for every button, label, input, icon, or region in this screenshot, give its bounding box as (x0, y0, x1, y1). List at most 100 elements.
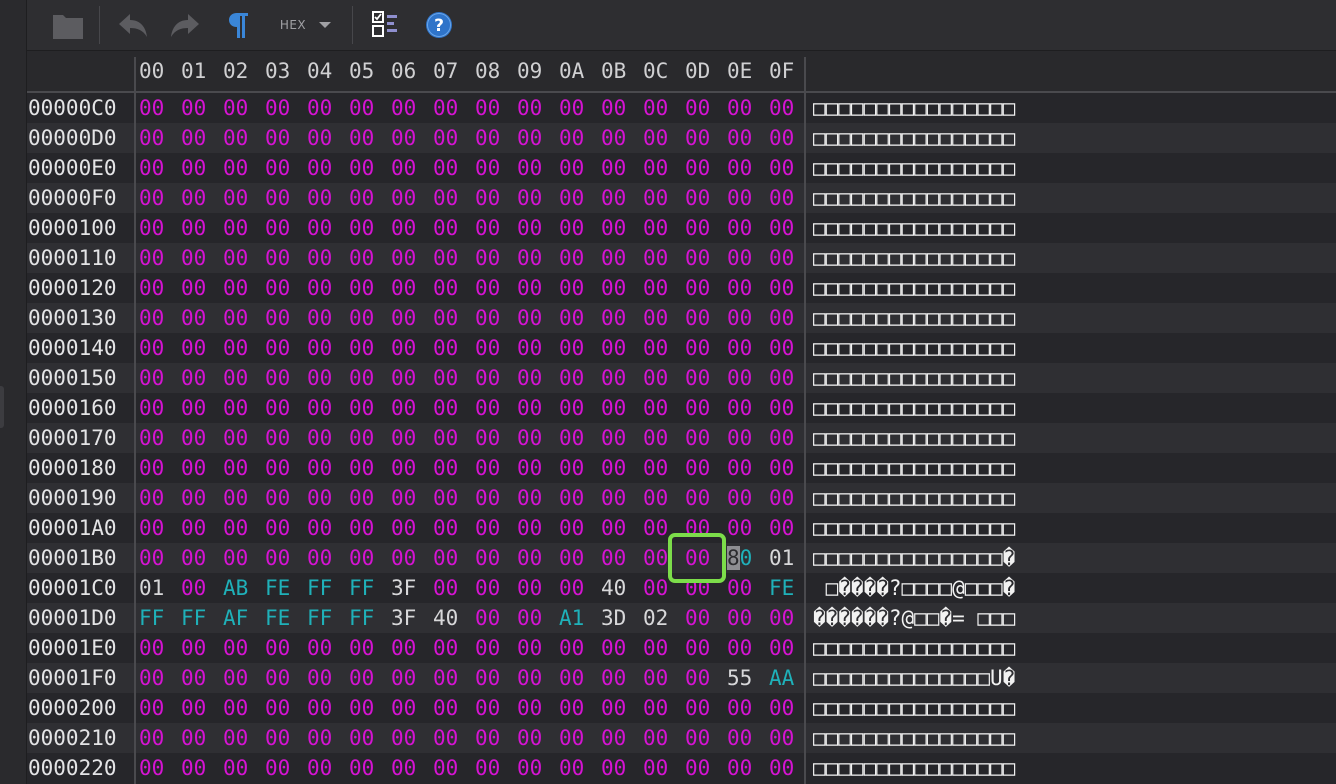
hex-byte-cell[interactable]: 00 (601, 245, 626, 271)
hex-byte-cell[interactable]: 00 (433, 725, 458, 751)
hex-byte-cell[interactable]: 00 (727, 275, 752, 301)
hex-byte-cell[interactable]: 00 (643, 425, 668, 451)
folder-icon[interactable] (47, 6, 89, 44)
hex-byte-cell[interactable]: 00 (727, 695, 752, 721)
hex-byte-cell[interactable]: 00 (391, 665, 416, 691)
hex-byte-cell[interactable]: 00 (265, 215, 290, 241)
hex-byte-cell[interactable]: 00 (265, 125, 290, 151)
hex-byte-cell[interactable]: 00 (265, 305, 290, 331)
hex-byte-cell[interactable]: 00 (391, 155, 416, 181)
hex-byte-cell[interactable]: 00 (139, 185, 164, 211)
hex-byte-cell[interactable]: 00 (307, 515, 332, 541)
hex-byte-cell[interactable]: 00 (139, 755, 164, 781)
hex-byte-cell[interactable]: 00 (601, 725, 626, 751)
hex-byte-cell[interactable]: 00 (769, 365, 794, 391)
hex-byte-cell[interactable]: 00 (139, 125, 164, 151)
hex-byte-cell[interactable]: 00 (139, 635, 164, 661)
hex-byte-cell[interactable]: 00 (391, 515, 416, 541)
hex-byte-cell[interactable]: 00 (559, 125, 584, 151)
hex-byte-cell[interactable]: 00 (433, 425, 458, 451)
hex-byte-cell[interactable]: 00 (139, 515, 164, 541)
hex-byte-cell[interactable]: 00 (517, 95, 542, 121)
ascii-column-text[interactable]: □□□□□□□□□□□□□□□□ (813, 515, 1015, 541)
hex-byte-cell[interactable]: 00 (727, 395, 752, 421)
hex-byte-cell[interactable]: FE (265, 605, 290, 631)
hex-byte-cell[interactable]: 00 (685, 305, 710, 331)
hex-byte-cell[interactable]: 00 (769, 425, 794, 451)
hex-byte-cell[interactable]: 00 (727, 245, 752, 271)
hex-byte-cell[interactable]: 00 (685, 95, 710, 121)
hex-byte-cell[interactable]: 00 (223, 515, 248, 541)
ascii-column-text[interactable]: □□□□□□□□□□□□□□□□ (813, 365, 1015, 391)
hex-byte-cell[interactable]: FF (307, 605, 332, 631)
hex-byte-cell[interactable]: 00 (391, 485, 416, 511)
hex-byte-cell[interactable]: 00 (769, 185, 794, 211)
hex-byte-cell[interactable]: 00 (391, 215, 416, 241)
hex-byte-cell[interactable]: 00 (265, 695, 290, 721)
hex-byte-cell[interactable]: 00 (181, 335, 206, 361)
hex-byte-cell[interactable]: 00 (559, 515, 584, 541)
ascii-column-text[interactable]: □□□□□□□□□□□□□□□□ (813, 245, 1015, 271)
hex-byte-cell[interactable]: 00 (685, 425, 710, 451)
redo-icon[interactable] (163, 6, 207, 44)
hex-byte-cell[interactable]: 00 (433, 455, 458, 481)
hex-byte-cell[interactable]: 00 (685, 335, 710, 361)
hex-byte-cell[interactable]: 00 (223, 455, 248, 481)
hex-byte-cell[interactable]: 00 (223, 185, 248, 211)
hex-byte-cell[interactable]: 00 (139, 545, 164, 571)
hex-byte-cell[interactable]: 00 (475, 185, 500, 211)
ascii-column-text[interactable]: □����?□□□□@□□□� (813, 575, 1016, 601)
hex-byte-cell[interactable]: 00 (349, 635, 374, 661)
hex-byte-cell[interactable]: 00 (307, 395, 332, 421)
hex-byte-cell[interactable]: 00 (727, 335, 752, 361)
hex-byte-cell[interactable]: 00 (601, 185, 626, 211)
hex-byte-cell[interactable]: 00 (517, 485, 542, 511)
hex-byte-cell[interactable]: 00 (307, 755, 332, 781)
hex-byte-cell[interactable]: 00 (643, 665, 668, 691)
hex-byte-cell[interactable]: 00 (643, 545, 668, 571)
hex-byte-cell[interactable]: 80 (727, 545, 752, 571)
hex-byte-cell[interactable]: 00 (685, 215, 710, 241)
ascii-column-text[interactable]: □□□□□□□□□□□□□□□□ (813, 635, 1015, 661)
hex-byte-cell[interactable]: 00 (769, 605, 794, 631)
hex-byte-cell[interactable]: 00 (181, 665, 206, 691)
hex-byte-cell[interactable]: 00 (181, 365, 206, 391)
hex-byte-cell[interactable]: 00 (223, 365, 248, 391)
hex-byte-cell[interactable]: 00 (349, 455, 374, 481)
hex-byte-cell[interactable]: 00 (601, 485, 626, 511)
help-icon[interactable]: ? (419, 6, 459, 44)
hex-byte-cell[interactable]: 00 (307, 245, 332, 271)
hex-byte-cell[interactable]: 00 (685, 755, 710, 781)
hex-byte-cell[interactable]: 00 (223, 545, 248, 571)
hex-byte-cell[interactable]: 00 (139, 155, 164, 181)
hex-byte-cell[interactable]: 3F (391, 575, 416, 601)
hex-byte-cell[interactable]: 00 (433, 635, 458, 661)
hex-byte-cell[interactable]: 00 (349, 515, 374, 541)
hex-byte-cell[interactable]: 00 (559, 575, 584, 601)
hex-byte-cell[interactable]: 00 (265, 335, 290, 361)
hex-byte-cell[interactable]: 01 (769, 545, 794, 571)
hex-byte-cell[interactable]: 00 (433, 245, 458, 271)
hex-byte-cell[interactable]: 00 (391, 395, 416, 421)
hex-byte-cell[interactable]: 00 (391, 635, 416, 661)
hex-byte-cell[interactable]: 00 (517, 335, 542, 361)
hex-byte-cell[interactable]: 00 (139, 665, 164, 691)
hex-byte-cell[interactable]: 00 (223, 485, 248, 511)
hex-byte-cell[interactable]: 3D (601, 605, 626, 631)
hex-byte-cell[interactable]: 00 (517, 125, 542, 151)
hex-byte-cell[interactable]: 00 (643, 575, 668, 601)
hex-byte-cell[interactable]: 00 (139, 365, 164, 391)
hex-byte-cell[interactable]: 00 (769, 245, 794, 271)
hex-byte-cell[interactable]: 00 (181, 575, 206, 601)
hex-byte-cell[interactable]: 00 (391, 455, 416, 481)
hex-byte-cell[interactable]: 00 (643, 125, 668, 151)
hex-byte-cell[interactable]: 00 (643, 275, 668, 301)
hex-byte-cell[interactable]: 00 (517, 755, 542, 781)
hex-byte-cell[interactable]: 00 (349, 185, 374, 211)
hex-byte-cell[interactable]: 01 (139, 575, 164, 601)
hex-byte-cell[interactable]: 40 (601, 575, 626, 601)
hex-byte-cell[interactable]: 00 (559, 335, 584, 361)
hex-byte-cell[interactable]: 00 (223, 635, 248, 661)
hex-byte-cell[interactable]: 00 (475, 215, 500, 241)
hex-byte-cell[interactable]: 00 (727, 455, 752, 481)
